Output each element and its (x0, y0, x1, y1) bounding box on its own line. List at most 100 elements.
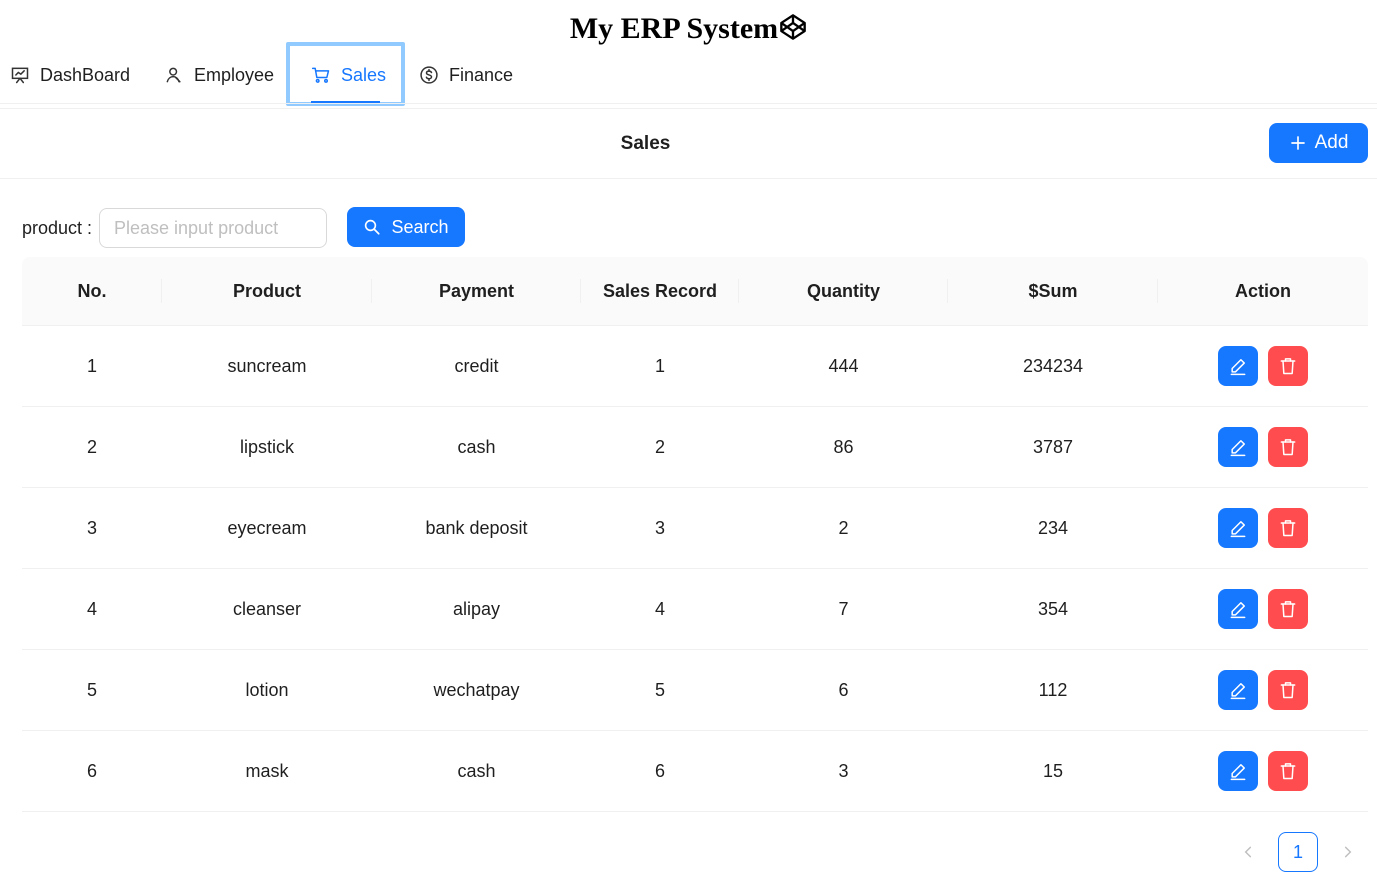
edit-icon (1230, 359, 1246, 376)
cell-action (1158, 650, 1368, 730)
add-button[interactable]: Add (1269, 123, 1368, 163)
column-header-no: No. (22, 257, 162, 325)
column-header-payment: Payment (372, 257, 581, 325)
column-header-action: Action (1235, 280, 1291, 301)
row-actions (1218, 427, 1308, 467)
trash-icon (1280, 439, 1296, 456)
row-actions (1218, 346, 1308, 386)
cell-sales-record: 2 (654, 436, 665, 457)
page-title: Sales (620, 133, 671, 154)
cell-product: eyecream (227, 517, 307, 538)
next-page-button[interactable] (1328, 832, 1368, 872)
nav-label-finance: Finance (449, 64, 514, 85)
cell-quantity: 3 (838, 760, 849, 781)
column-header-quantity: Quantity (739, 257, 948, 325)
top-nav: DashBoard Employee Sales Finance (0, 46, 1377, 106)
edit-button[interactable] (1218, 508, 1258, 548)
trash-icon (1280, 601, 1296, 618)
table-row: 1 suncream credit 1 444 234234 (22, 326, 1368, 407)
add-button-label: Add (1314, 132, 1349, 153)
cell-sum: 234 (1037, 517, 1069, 538)
delete-button[interactable] (1268, 589, 1308, 629)
sales-table: No. Product Payment Sales Record Quantit… (22, 257, 1368, 812)
edit-button[interactable] (1218, 346, 1258, 386)
edit-button[interactable] (1218, 751, 1258, 791)
cell-quantity: 86 (833, 436, 854, 457)
cell-product: suncream (227, 355, 307, 376)
page-header: Sales Add (0, 109, 1377, 179)
search-label-colon: : (82, 218, 93, 238)
delete-button[interactable] (1268, 427, 1308, 467)
search-button-label: Search (391, 216, 449, 237)
cell-product: lotion (245, 679, 289, 700)
delete-button[interactable] (1268, 751, 1308, 791)
row-actions (1218, 508, 1308, 548)
codepen-logo-icon (780, 14, 806, 40)
column-header-product: Product (162, 257, 372, 325)
prev-page-button[interactable] (1228, 832, 1268, 872)
edit-icon (1230, 602, 1246, 619)
edit-button[interactable] (1218, 427, 1258, 467)
chevron-right-icon (1344, 846, 1352, 858)
cell-action (1158, 326, 1368, 406)
nav-item-dashboard[interactable]: DashBoard (10, 46, 130, 104)
table-row: 6 mask cash 6 3 15 (22, 731, 1368, 812)
nav-focus-ring (286, 42, 405, 106)
cell-payment: alipay (452, 598, 501, 619)
cell-sales-record: 4 (654, 598, 665, 619)
edit-icon (1230, 764, 1246, 781)
cell-no: 1 (86, 355, 97, 376)
nav-divider (0, 103, 1377, 104)
edit-icon (1230, 683, 1246, 700)
cell-quantity: 7 (838, 598, 849, 619)
trash-icon (1280, 682, 1296, 699)
cell-sum: 15 (1042, 760, 1064, 781)
cell-action (1158, 407, 1368, 487)
cell-action (1158, 731, 1368, 811)
app-title: My ERP System (0, 12, 1377, 46)
edit-button[interactable] (1218, 589, 1258, 629)
table-header: No. Product Payment Sales Record Quantit… (22, 257, 1368, 326)
search-label-text: product (22, 218, 83, 238)
edit-icon (1230, 521, 1246, 538)
plus-icon (1290, 136, 1305, 150)
search-button[interactable]: Search (347, 207, 465, 247)
cell-sales-record: 1 (654, 355, 665, 376)
employee-icon (166, 67, 181, 83)
nav-item-finance[interactable]: Finance (419, 46, 513, 104)
cell-no: 2 (86, 436, 97, 457)
cell-payment: wechatpay (433, 679, 520, 700)
row-actions (1218, 751, 1308, 791)
table-body: 1 suncream credit 1 444 234234 2 lipstick cash 2 8… (22, 326, 1368, 812)
cell-sales-record: 3 (654, 517, 665, 538)
nav-item-employee[interactable]: Employee (164, 46, 274, 104)
cell-action (1158, 488, 1368, 568)
cell-sales-record: 5 (654, 679, 665, 700)
delete-button[interactable] (1268, 670, 1308, 710)
trash-icon (1280, 763, 1296, 780)
delete-button[interactable] (1268, 346, 1308, 386)
cell-quantity: 444 (828, 355, 859, 376)
table-row: 2 lipstick cash 2 86 3787 (22, 407, 1368, 488)
cell-sum: 354 (1037, 598, 1069, 619)
cell-no: 6 (86, 760, 97, 781)
cell-payment: credit (454, 355, 499, 376)
cell-product: mask (245, 760, 289, 781)
search-icon (365, 219, 381, 235)
edit-button[interactable] (1218, 670, 1258, 710)
delete-button[interactable] (1268, 508, 1308, 548)
table-row: 4 cleanser alipay 4 7 354 (22, 569, 1368, 650)
cell-sum: 3787 (1032, 436, 1074, 457)
cell-quantity: 2 (838, 517, 849, 538)
pagination: 1 (1228, 832, 1368, 872)
cell-action (1158, 569, 1368, 649)
cell-payment: cash (457, 760, 496, 781)
row-actions (1218, 670, 1308, 710)
column-header-sum: $Sum (948, 257, 1158, 325)
page-button-current[interactable]: 1 (1278, 832, 1318, 872)
cell-quantity: 6 (838, 679, 849, 700)
product-search-input[interactable] (99, 208, 327, 248)
column-header-sales-record: Sales Record (581, 257, 739, 325)
cell-payment: bank deposit (425, 517, 528, 538)
cell-sales-record: 6 (654, 760, 665, 781)
